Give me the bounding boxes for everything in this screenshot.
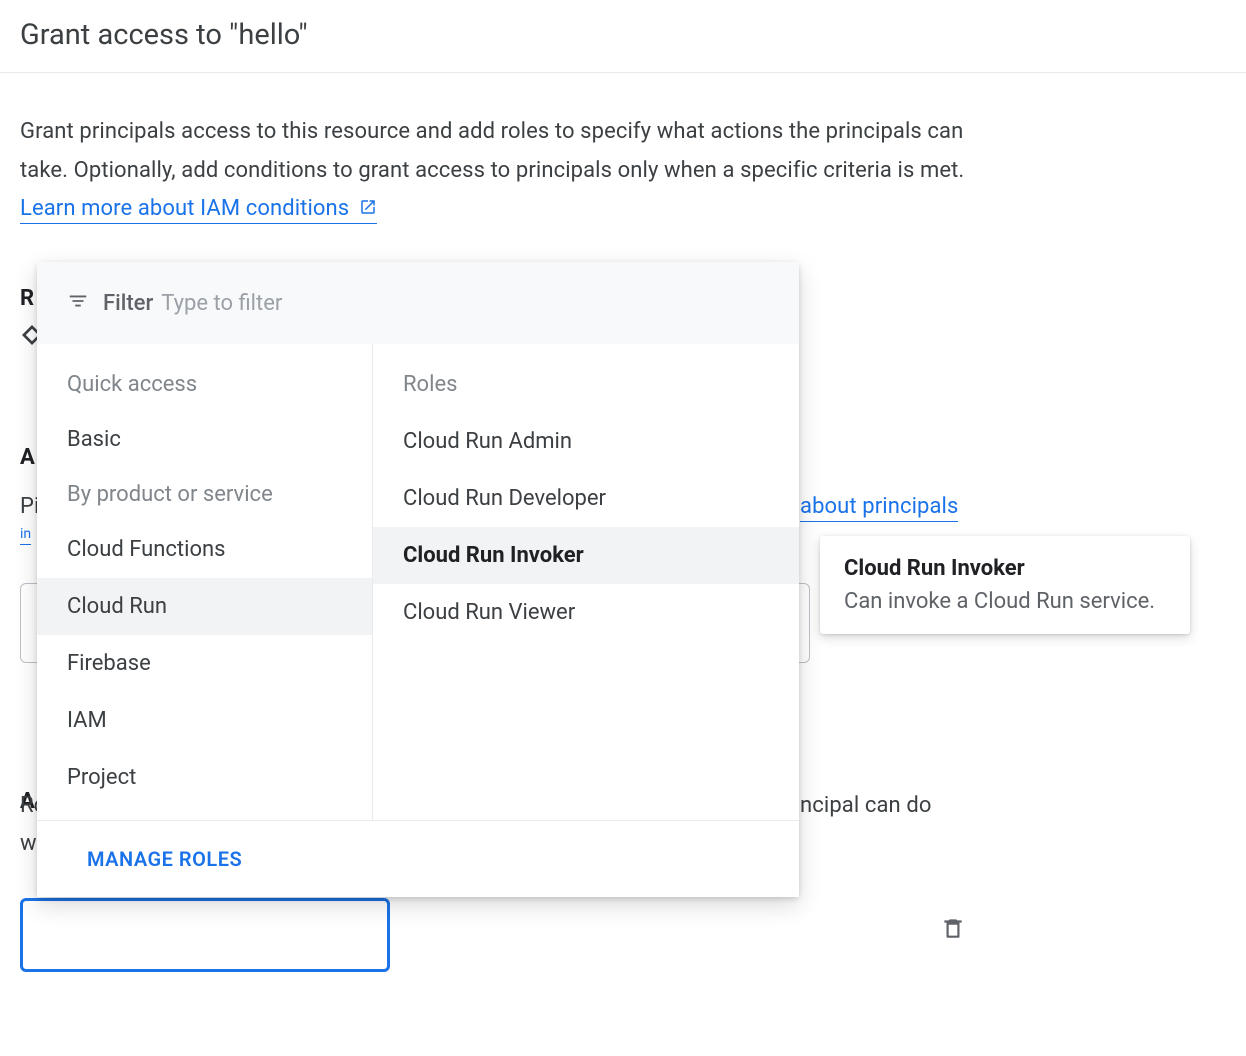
category-firebase[interactable]: Firebase	[37, 635, 372, 692]
filter-label: Filter	[103, 291, 153, 316]
role-cloud-run-invoker[interactable]: Cloud Run Invoker	[373, 527, 799, 584]
roles-header: Roles	[373, 372, 799, 413]
quick-access-header: Quick access	[37, 358, 372, 411]
role-picker-dropdown: Filter Quick access Basic By product or …	[37, 262, 799, 897]
filter-bar: Filter	[37, 262, 799, 344]
description-text: Grant principals access to this resource…	[20, 113, 980, 230]
page-title: Grant access to "hello"	[0, 0, 1246, 73]
bg-link-in: in	[20, 526, 31, 542]
role-cloud-run-developer[interactable]: Cloud Run Developer	[373, 470, 799, 527]
description-body: Grant principals access to this resource…	[20, 119, 964, 183]
category-project[interactable]: Project	[37, 749, 372, 806]
roles-column: Roles Cloud Run Admin Cloud Run Develope…	[373, 344, 799, 820]
tooltip-title: Cloud Run Invoker	[844, 556, 1166, 581]
role-cloud-run-viewer[interactable]: Cloud Run Viewer	[373, 584, 799, 641]
by-product-header: By product or service	[37, 468, 372, 521]
bg-text-w: w	[20, 825, 37, 864]
category-iam[interactable]: IAM	[37, 692, 372, 749]
manage-roles-button[interactable]: MANAGE ROLES	[87, 847, 242, 871]
category-cloud-run[interactable]: Cloud Run	[37, 578, 372, 635]
category-basic[interactable]: Basic	[37, 411, 372, 468]
filter-icon	[67, 290, 89, 316]
role-select-field[interactable]	[20, 898, 390, 972]
external-link-icon	[359, 191, 377, 230]
delete-button[interactable]	[940, 915, 966, 945]
role-tooltip: Cloud Run Invoker Can invoke a Cloud Run…	[820, 536, 1190, 634]
learn-more-link[interactable]: Learn more about IAM conditions	[20, 196, 377, 224]
bg-link-about-principals[interactable]: about principals	[800, 488, 958, 527]
category-cloud-functions[interactable]: Cloud Functions	[37, 521, 372, 578]
filter-input[interactable]	[161, 291, 461, 316]
learn-more-label: Learn more about IAM conditions	[20, 196, 349, 221]
role-cloud-run-admin[interactable]: Cloud Run Admin	[373, 413, 799, 470]
bg-text-ncipal: ncipal can do	[800, 787, 932, 826]
tooltip-description: Can invoke a Cloud Run service.	[844, 589, 1166, 614]
categories-column: Quick access Basic By product or service…	[37, 344, 373, 820]
dropdown-body: Quick access Basic By product or service…	[37, 344, 799, 820]
dropdown-footer: MANAGE ROLES	[37, 820, 799, 897]
